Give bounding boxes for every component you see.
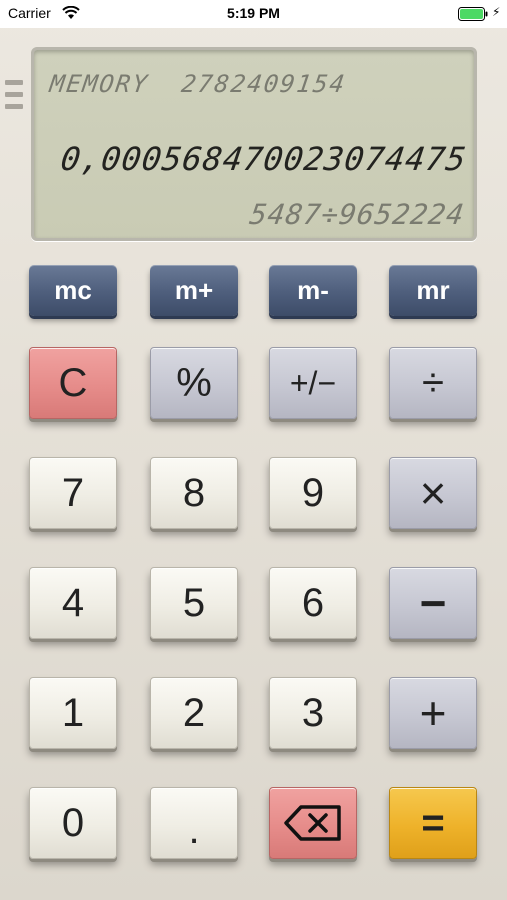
seven-label: 7 (61, 470, 85, 515)
plus-label: + (419, 687, 447, 739)
multiply-label: × (419, 467, 447, 519)
main-value: 0,000568470023074475 (58, 140, 469, 178)
percent-button[interactable]: % (150, 347, 238, 419)
memory-value: 2782409154 (179, 70, 349, 98)
eight-button[interactable]: 8 (150, 457, 238, 529)
minus-label: − (419, 577, 447, 629)
plus-button[interactable]: + (389, 677, 477, 749)
sign-toggle-button[interactable]: +/− (269, 347, 357, 419)
backspace-icon (284, 805, 341, 841)
lcd-display: MEMORY 2782409154 0,000568470023074475 5… (31, 47, 477, 241)
divide-button[interactable]: ÷ (389, 347, 477, 419)
status-bar: Carrier 5:19 PM ⚡ (0, 0, 507, 28)
five-button[interactable]: 5 (150, 567, 238, 639)
three-button[interactable]: 3 (269, 677, 357, 749)
m-minus-button[interactable]: m- (269, 265, 357, 316)
multiply-button[interactable]: × (389, 457, 477, 529)
equals-button[interactable]: = (389, 787, 477, 859)
m-plus-button[interactable]: m+ (150, 265, 238, 316)
menu-handle-icon[interactable] (5, 80, 23, 122)
six-button[interactable]: 6 (269, 567, 357, 639)
memory-readout: MEMORY 2782409154 (48, 70, 348, 98)
status-time: 5:19 PM (227, 5, 280, 21)
four-button[interactable]: 4 (29, 567, 117, 639)
one-button[interactable]: 1 (29, 677, 117, 749)
zero-button[interactable]: 0 (29, 787, 117, 859)
zero-label: 0 (61, 800, 85, 845)
expression: 5487÷9652224 (247, 198, 467, 231)
clear-label: C (58, 360, 88, 405)
decimal-button[interactable]: . (150, 787, 238, 859)
mc-button[interactable]: mc (29, 265, 117, 316)
equals-label: = (421, 800, 445, 845)
nine-button[interactable]: 9 (269, 457, 357, 529)
four-label: 4 (61, 580, 85, 625)
eight-label: 8 (182, 470, 206, 515)
sign-label: +/− (289, 364, 337, 401)
two-button[interactable]: 2 (150, 677, 238, 749)
minus-button[interactable]: − (389, 567, 477, 639)
two-label: 2 (182, 690, 206, 735)
seven-button[interactable]: 7 (29, 457, 117, 529)
backspace-button[interactable] (269, 787, 357, 859)
decimal-label: . (188, 807, 200, 852)
five-label: 5 (182, 580, 206, 625)
charging-icon: ⚡ (492, 5, 501, 19)
battery-icon (458, 7, 488, 21)
six-label: 6 (301, 580, 325, 625)
clear-button[interactable]: C (29, 347, 117, 419)
three-label: 3 (301, 690, 325, 735)
percent-label: % (176, 360, 212, 405)
one-label: 1 (61, 690, 85, 735)
nine-label: 9 (301, 470, 325, 515)
memory-label: MEMORY (48, 70, 151, 98)
divide-label: ÷ (422, 360, 444, 405)
mr-button[interactable]: mr (389, 265, 477, 316)
